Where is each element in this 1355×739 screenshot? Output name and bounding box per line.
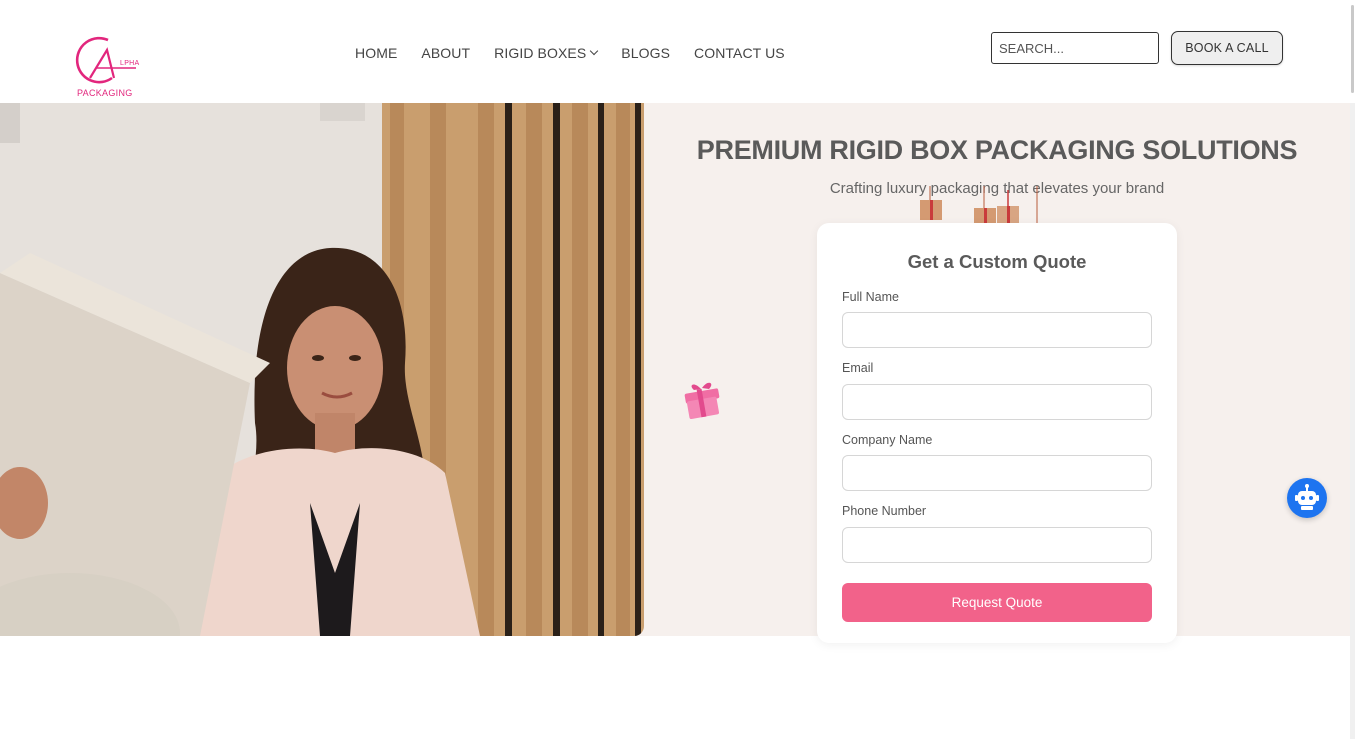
search-input[interactable]: [991, 32, 1159, 64]
nav-about[interactable]: ABOUT: [421, 45, 470, 61]
full-name-label: Full Name: [842, 290, 899, 304]
page-scrollbar[interactable]: [1350, 103, 1355, 739]
quote-form-title: Get a Custom Quote: [907, 251, 1087, 272]
full-name-field[interactable]: [842, 312, 1152, 348]
chatbot-icon: [1295, 484, 1319, 510]
logo-sup-text: LPHA: [120, 60, 140, 67]
gift-icon: [684, 382, 720, 419]
nav-contact-us[interactable]: CONTACT US: [694, 45, 785, 61]
nav-rigid-boxes[interactable]: RIGID BOXES: [494, 45, 599, 61]
site-header: LPHA PACKAGING HOME ABOUT RIGID BOXES BL…: [0, 0, 1355, 103]
chevron-down-icon: [590, 46, 599, 56]
email-label: Email: [842, 361, 874, 375]
phone-number-field[interactable]: [842, 527, 1152, 563]
nav-blogs[interactable]: BLOGS: [621, 45, 670, 61]
scrollbar-thumb[interactable]: [1351, 5, 1354, 93]
quote-form: Get a Custom Quote Full Name Email Compa…: [817, 223, 1177, 643]
nav-home[interactable]: HOME: [355, 45, 397, 61]
main-nav: HOME ABOUT RIGID BOXES BLOGS CONTACT US: [355, 45, 809, 61]
chatbot-button[interactable]: [1287, 478, 1327, 518]
logo[interactable]: LPHA PACKAGING: [74, 34, 144, 100]
logo-text: PACKAGING: [77, 88, 133, 98]
nav-rigid-boxes-label: RIGID BOXES: [494, 45, 587, 61]
request-quote-button[interactable]: Request Quote: [842, 583, 1152, 622]
hero-video-frame: [0, 103, 644, 636]
company-name-label: Company Name: [842, 433, 933, 447]
phone-number-label: Phone Number: [842, 504, 927, 518]
hero-video[interactable]: [0, 103, 644, 636]
email-field[interactable]: [842, 384, 1152, 420]
hero-title: PREMIUM RIGID BOX PACKAGING SOLUTIONS: [696, 135, 1298, 165]
company-name-field[interactable]: [842, 455, 1152, 491]
book-a-call-button[interactable]: BOOK A CALL: [1171, 31, 1283, 65]
